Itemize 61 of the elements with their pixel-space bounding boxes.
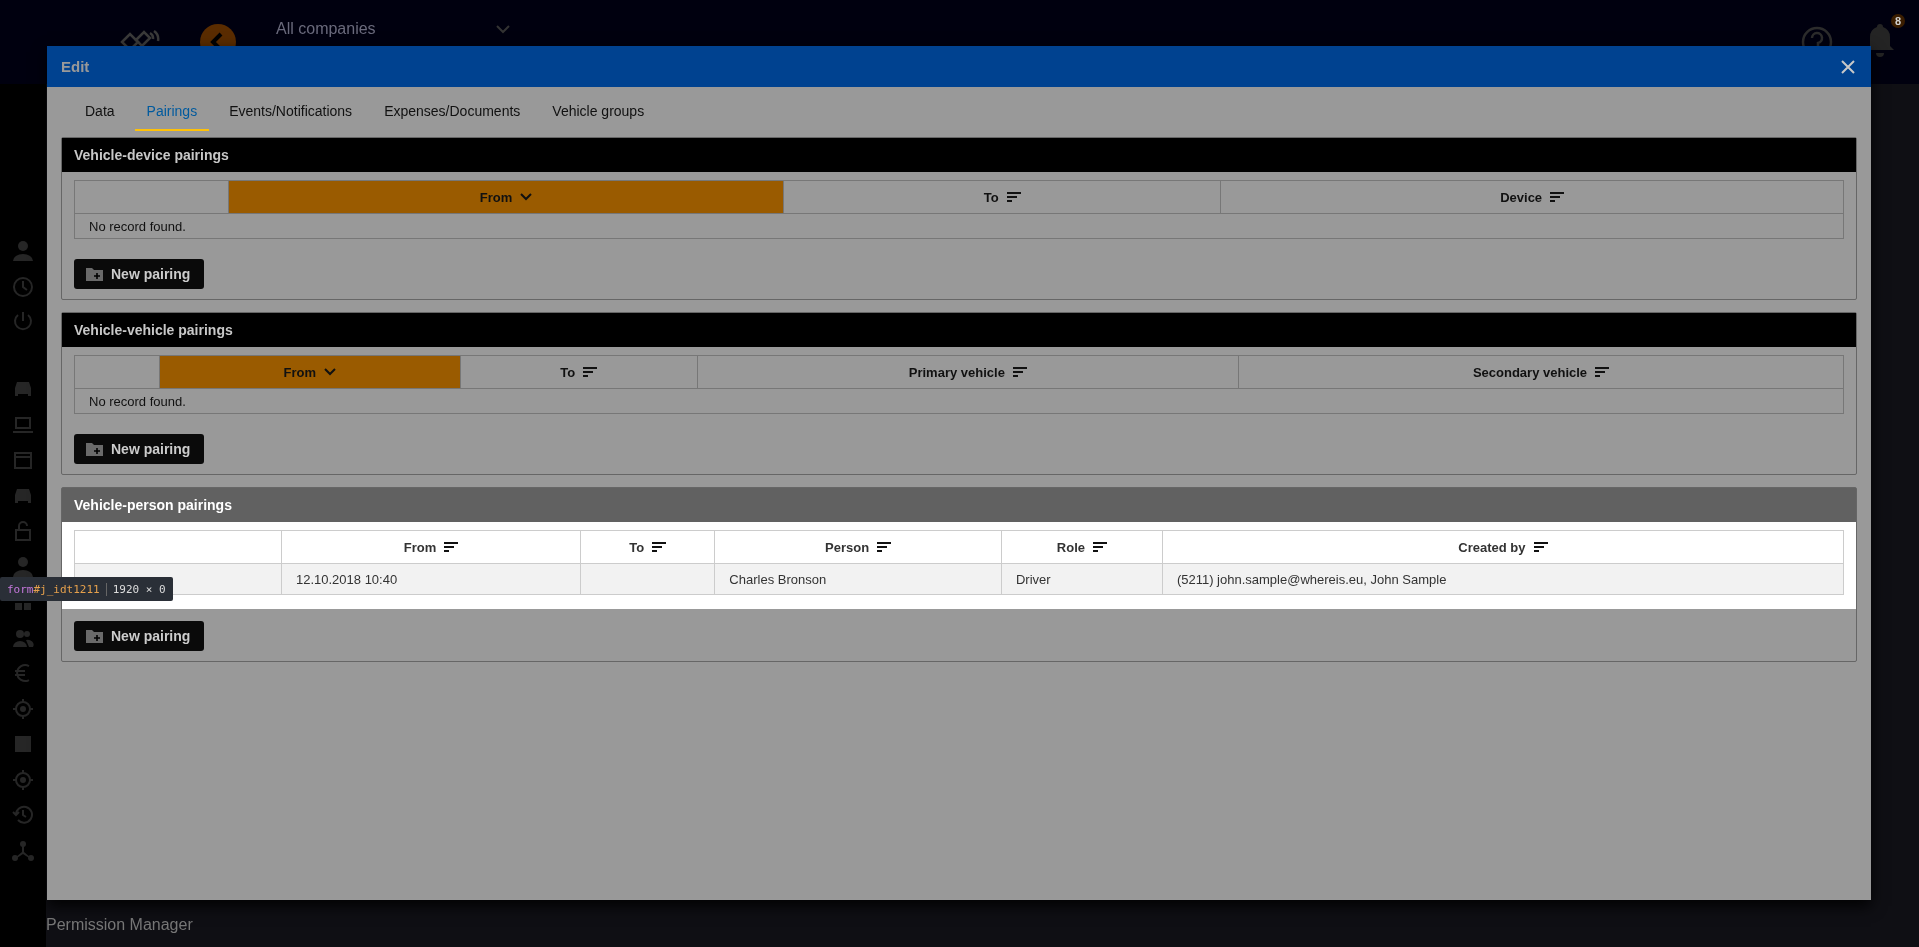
panel-title: Vehicle-vehicle pairings (74, 322, 233, 338)
column-header[interactable]: From (281, 530, 581, 564)
dialog-title: Edit (61, 58, 90, 75)
power-icon[interactable] (12, 311, 34, 333)
empty-message: No record found. (74, 388, 1844, 414)
target-icon[interactable] (12, 697, 34, 720)
sidebar-item[interactable]: Permission Manager (46, 916, 193, 933)
sort-icon (1550, 192, 1565, 202)
column-header[interactable]: Created by (1162, 530, 1844, 564)
target-icon[interactable] (12, 768, 34, 791)
chevron-down-icon (495, 24, 510, 34)
sort-icon (1006, 192, 1021, 202)
column-header[interactable]: Primary vehicle (697, 355, 1239, 389)
sort-icon (1595, 367, 1610, 377)
sort-icon (1533, 542, 1548, 552)
empty-message: No record found. (74, 213, 1844, 239)
person-icon[interactable] (12, 555, 34, 578)
column-header[interactable]: Device (1220, 180, 1844, 214)
folder-plus-icon (86, 442, 103, 456)
folder-plus-icon (86, 629, 103, 643)
sort-icon (1012, 367, 1027, 377)
tooltip-selector: form#j_idt1211 (7, 582, 100, 596)
tab[interactable]: Vehicle groups (540, 93, 657, 131)
new-pairing-button[interactable]: New pairing (74, 621, 205, 651)
tab[interactable]: Events/Notifications (217, 93, 365, 131)
chevron-down-icon (324, 368, 336, 376)
tab[interactable]: Data (73, 93, 127, 131)
history-icon[interactable] (12, 804, 34, 826)
notification-badge: 8 (1890, 14, 1905, 28)
clock-icon[interactable] (12, 275, 34, 298)
folder-plus-icon (86, 267, 103, 281)
person-icon[interactable] (12, 240, 34, 262)
column-header[interactable]: From (159, 355, 461, 389)
column-header[interactable]: Person (714, 530, 1002, 564)
sort-icon (583, 367, 598, 377)
panel-title: Vehicle-person pairings (74, 497, 232, 513)
column-header[interactable]: Secondary vehicle (1238, 355, 1844, 389)
new-pairing-button[interactable]: New pairing (74, 259, 205, 289)
sort-icon (877, 542, 892, 552)
tooltip-size: 1920 × 0 (105, 582, 166, 596)
close-icon[interactable] (1841, 59, 1855, 74)
column-header[interactable]: To (580, 530, 715, 564)
new-pairing-button[interactable]: New pairing (74, 434, 205, 464)
column-header[interactable]: From (228, 180, 784, 214)
network-icon[interactable] (12, 839, 34, 862)
table-cell: Driver (1001, 563, 1163, 595)
calendar-icon[interactable] (12, 449, 34, 471)
sort-icon (444, 542, 459, 552)
sort-icon (652, 542, 667, 552)
sort-icon (1093, 542, 1107, 552)
tab[interactable]: Expenses/Documents (372, 93, 533, 131)
table-cell: 12.10.2018 10:40 (281, 563, 581, 595)
column-header[interactable]: Role (1001, 530, 1163, 564)
company-dropdown[interactable]: All companies (276, 20, 510, 38)
panel-title: Vehicle-device pairings (74, 147, 229, 163)
lock-icon[interactable] (12, 520, 34, 542)
column-header[interactable]: To (783, 180, 1221, 214)
chevron-down-icon (520, 193, 533, 201)
table-cell: (5211) john.sample@whereis.eu, John Sample (1162, 563, 1844, 595)
table-cell: Charles Bronson (714, 563, 1002, 595)
column-header[interactable]: To (460, 355, 698, 389)
